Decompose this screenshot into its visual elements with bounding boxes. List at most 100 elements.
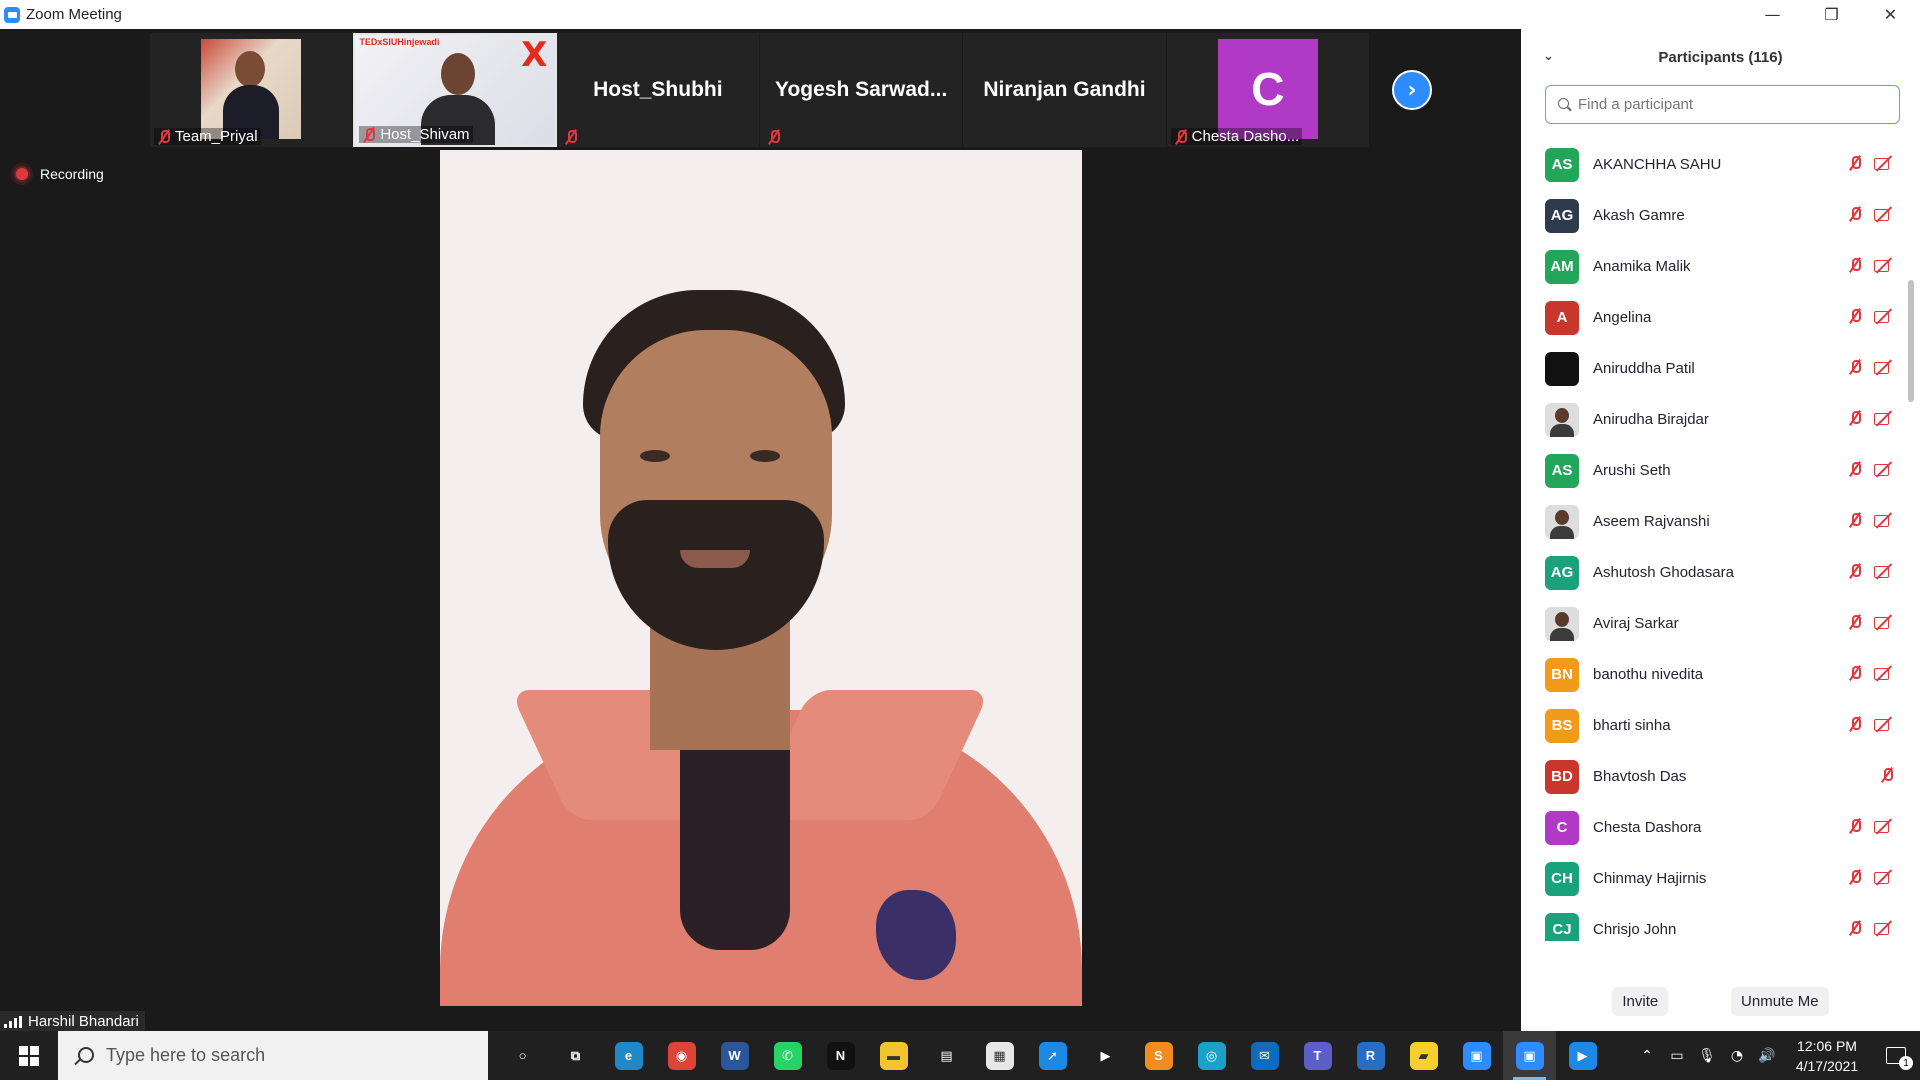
teams-taskbar-button[interactable]: T bbox=[1291, 1031, 1344, 1080]
store-taskbar-button[interactable]: ▦ bbox=[973, 1031, 1026, 1080]
video-tile[interactable]: TEDxSIUHinjewadi X Host_Shivam bbox=[353, 33, 557, 147]
invite-button[interactable]: Invite bbox=[1612, 986, 1669, 1016]
instagram-taskbar-button[interactable]: ◎ bbox=[1185, 1031, 1238, 1080]
zoom-meeting-taskbar-button[interactable]: ▣ bbox=[1503, 1031, 1556, 1080]
document-icon: ▤ bbox=[940, 1047, 953, 1063]
edge-taskbar-button[interactable]: e bbox=[602, 1031, 655, 1080]
wifi-icon[interactable]: ◔ bbox=[1722, 1048, 1752, 1064]
video-tile[interactable]: Host_Shubhi bbox=[556, 33, 760, 147]
outlook-taskbar-button[interactable]: ✉ bbox=[1238, 1031, 1291, 1080]
mic-muted-icon bbox=[1848, 869, 1862, 885]
participant-name: Bhavtosh Das bbox=[1593, 768, 1687, 785]
recording-indicator[interactable]: Recording bbox=[14, 166, 104, 182]
whatsapp-taskbar-button[interactable]: ✆ bbox=[761, 1031, 814, 1080]
participant-avatar: BD bbox=[1545, 759, 1579, 794]
panel-title: Participants (116) bbox=[1658, 48, 1783, 66]
participant-status-icons bbox=[1848, 257, 1894, 273]
microphone-icon[interactable]: 🎙 bbox=[1692, 1048, 1722, 1064]
camera-icon[interactable]: ▭ bbox=[1662, 1048, 1692, 1064]
mic-muted-icon bbox=[1848, 716, 1862, 732]
prime-video-taskbar-button[interactable]: ▶ bbox=[1079, 1031, 1132, 1080]
participant-row[interactable]: BS bharti sinha bbox=[1521, 700, 1920, 751]
participant-avatar: C bbox=[1217, 39, 1318, 139]
participant-row[interactable]: AG Akash Gamre bbox=[1521, 190, 1920, 241]
netflix-taskbar-button[interactable]: N bbox=[814, 1031, 867, 1080]
restore-button[interactable]: ❐ bbox=[1802, 0, 1861, 29]
participant-list-scrollbar[interactable] bbox=[1908, 280, 1914, 402]
minimize-button[interactable]: — bbox=[1743, 0, 1802, 29]
participant-row[interactable]: Anirudha Birajdar bbox=[1521, 394, 1920, 445]
video-off-icon bbox=[1874, 869, 1894, 885]
mic-muted-icon bbox=[1848, 563, 1862, 579]
document-taskbar-button[interactable]: ▤ bbox=[920, 1031, 973, 1080]
panel-footer: Invite Unmute Me bbox=[1521, 971, 1920, 1031]
taskbar-clock[interactable]: 12:06 PM 4/17/2021 bbox=[1782, 1036, 1872, 1076]
participant-row[interactable]: AS Arushi Seth bbox=[1521, 445, 1920, 496]
zoom-taskbar-button[interactable]: ▣ bbox=[1450, 1031, 1503, 1080]
participant-row[interactable]: Aniruddha Patil bbox=[1521, 343, 1920, 394]
windows-taskbar: Type here to search ○ ⧉ e ◉ W ✆ N ▬ ▤ ▦ ➚ ▶ S ◎ ✉ T R ▰ ▣ ▣… bbox=[0, 1031, 1920, 1080]
participant-search[interactable] bbox=[1545, 85, 1900, 124]
notification-center-button[interactable]: 1 bbox=[1872, 1047, 1920, 1070]
participant-row[interactable]: Aviraj Sarkar bbox=[1521, 598, 1920, 649]
participant-row[interactable]: BD Bhavtosh Das bbox=[1521, 751, 1920, 802]
video-tile[interactable]: Yogesh Sarwad... bbox=[760, 33, 964, 147]
volume-icon[interactable]: 🔊 bbox=[1752, 1048, 1782, 1064]
video-tile[interactable]: C Chesta Dasho... bbox=[1166, 33, 1370, 147]
r-taskbar-button[interactable]: R bbox=[1344, 1031, 1397, 1080]
video-tile[interactable]: Team_Priyal bbox=[150, 33, 354, 147]
participant-name: Arushi Seth bbox=[1593, 462, 1671, 479]
participant-name: Akash Gamre bbox=[1593, 207, 1685, 224]
tile-name: Yogesh Sarwad... bbox=[775, 78, 948, 101]
next-page-button[interactable]: › bbox=[1392, 70, 1432, 110]
word-icon: W bbox=[720, 1041, 749, 1070]
cortana-taskbar-button[interactable]: ○ bbox=[496, 1031, 549, 1080]
close-button[interactable]: ✕ bbox=[1861, 0, 1920, 29]
sticky-notes-taskbar-button[interactable]: ▰ bbox=[1397, 1031, 1450, 1080]
participant-status-icons bbox=[1848, 614, 1894, 630]
windows-logo-icon bbox=[19, 1045, 39, 1066]
window-titlebar: Zoom Meeting — ❐ ✕ bbox=[0, 0, 1920, 29]
file-explorer-taskbar-button[interactable]: ▬ bbox=[867, 1031, 920, 1080]
whatsapp-icon: ✆ bbox=[773, 1041, 802, 1070]
chrome-taskbar-button[interactable]: ◉ bbox=[655, 1031, 708, 1080]
show-hidden-icons-chevron[interactable]: ⌃ bbox=[1632, 1048, 1662, 1064]
video-tile[interactable]: Niranjan Gandhi bbox=[963, 33, 1167, 147]
collapse-panel-icon[interactable]: ⌄ bbox=[1543, 49, 1554, 64]
safari-taskbar-button[interactable]: ➚ bbox=[1026, 1031, 1079, 1080]
tile-caption bbox=[764, 129, 784, 145]
unmute-me-button[interactable]: Unmute Me bbox=[1731, 986, 1829, 1016]
participant-name: AKANCHHA SAHU bbox=[1593, 156, 1722, 173]
video-off-icon bbox=[1874, 308, 1894, 324]
participant-status-icons bbox=[1848, 461, 1894, 477]
zoom-app-icon bbox=[4, 6, 20, 23]
participant-row[interactable]: AG Ashutosh Ghodasara bbox=[1521, 547, 1920, 598]
video-off-icon bbox=[1874, 410, 1894, 426]
participant-row[interactable]: AS AKANCHHA SAHU bbox=[1521, 139, 1920, 190]
outlook-icon: ✉ bbox=[1250, 1041, 1279, 1070]
participant-row[interactable]: C Chesta Dashora bbox=[1521, 802, 1920, 853]
participant-row[interactable]: Aseem Rajvanshi bbox=[1521, 496, 1920, 547]
mic-muted-icon bbox=[1848, 665, 1862, 681]
video-off-icon bbox=[1874, 920, 1894, 936]
sublime-taskbar-button[interactable]: S bbox=[1132, 1031, 1185, 1080]
word-taskbar-button[interactable]: W bbox=[708, 1031, 761, 1080]
media-player-taskbar-button[interactable]: ▶ bbox=[1556, 1031, 1609, 1080]
r-icon: R bbox=[1356, 1041, 1385, 1070]
participant-search-input[interactable] bbox=[1578, 96, 1878, 113]
netflix-icon: N bbox=[826, 1041, 855, 1070]
window-controls: — ❐ ✕ bbox=[1743, 0, 1920, 29]
participant-row[interactable]: CH Chinmay Hajirnis bbox=[1521, 853, 1920, 904]
participant-status-icons bbox=[1848, 920, 1894, 936]
mic-muted-icon bbox=[1848, 206, 1862, 222]
participant-list[interactable]: AS AKANCHHA SAHU AG Akash Gamre AM Anamika Ma… bbox=[1521, 139, 1920, 941]
task-view-taskbar-button[interactable]: ⧉ bbox=[549, 1031, 602, 1080]
participant-row[interactable]: BN banothu nivedita bbox=[1521, 649, 1920, 700]
participant-row[interactable]: A Angelina bbox=[1521, 292, 1920, 343]
taskbar-search[interactable]: Type here to search bbox=[58, 1031, 488, 1080]
participant-name: Angelina bbox=[1593, 309, 1652, 326]
participant-row[interactable]: CJ Chrisjo John bbox=[1521, 904, 1920, 941]
participant-name: Chesta Dashora bbox=[1593, 819, 1702, 836]
participant-row[interactable]: AM Anamika Malik bbox=[1521, 241, 1920, 292]
start-button[interactable] bbox=[0, 1031, 58, 1080]
